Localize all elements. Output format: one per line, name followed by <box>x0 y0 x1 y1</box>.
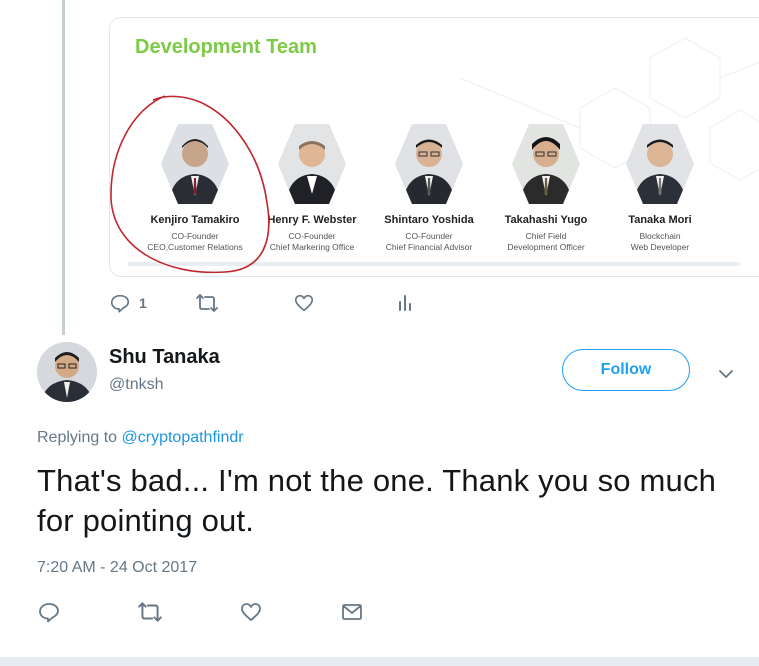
member-role: CO-Founder <box>405 231 453 241</box>
retweet-icon[interactable] <box>137 600 163 629</box>
avatar[interactable] <box>37 342 97 402</box>
retweet-icon <box>195 292 219 314</box>
card-title: Development Team <box>135 36 317 58</box>
analytics-icon <box>395 292 415 314</box>
like-action[interactable] <box>293 292 315 314</box>
replying-to: Replying to @cryptopathfindr <box>37 429 244 447</box>
member-role: Chief Financial Advisor <box>385 242 473 252</box>
chevron-down-icon <box>718 366 734 383</box>
member-name: Tanaka Mori <box>628 214 692 226</box>
team-member-card: Shintaro Yoshida CO-Founder Chief Financ… <box>369 124 489 253</box>
member-photo <box>512 124 580 204</box>
member-role: Web Developer <box>630 242 690 252</box>
member-name: Takahashi Yugo <box>504 214 588 226</box>
thread-line <box>62 0 65 335</box>
reply-action[interactable]: 1 <box>109 292 147 314</box>
bottom-divider <box>0 657 759 666</box>
mention-link[interactable]: @cryptopathfindr <box>122 429 244 446</box>
member-role: Chief Field <box>525 231 567 241</box>
more-options[interactable] <box>718 366 734 384</box>
team-member-card: Takahashi Yugo Chief Field Development O… <box>486 124 606 253</box>
user-handle[interactable]: @tnksh <box>109 376 163 394</box>
message-icon[interactable] <box>340 600 364 629</box>
like-icon[interactable] <box>239 600 263 629</box>
member-photo <box>278 124 346 204</box>
red-circle-annotation <box>110 95 270 274</box>
member-role: Blockchain <box>639 231 681 241</box>
like-icon <box>293 292 315 314</box>
top-tweet-actions: 1 <box>109 292 415 314</box>
timestamp[interactable]: 7:20 AM - 24 Oct 2017 <box>37 559 197 577</box>
display-name[interactable]: Shu Tanaka <box>109 346 220 369</box>
reply-count: 1 <box>139 295 147 311</box>
member-photo <box>626 124 694 204</box>
tweet-actions <box>37 600 367 624</box>
member-photo <box>395 124 463 204</box>
member-role: Development Officer <box>507 242 585 252</box>
replying-prefix: Replying to <box>37 429 118 446</box>
follow-button[interactable]: Follow <box>562 349 690 391</box>
retweet-action[interactable] <box>195 292 219 314</box>
reply-icon <box>109 292 131 314</box>
analytics-action[interactable] <box>395 292 415 314</box>
member-name: Shintaro Yoshida <box>384 214 474 226</box>
tweet-text: That's bad... I'm not the one. Thank you… <box>37 463 717 538</box>
team-member-card: Tanaka Mori Blockchain Web Developer <box>600 124 720 253</box>
reply-icon[interactable] <box>37 600 61 629</box>
